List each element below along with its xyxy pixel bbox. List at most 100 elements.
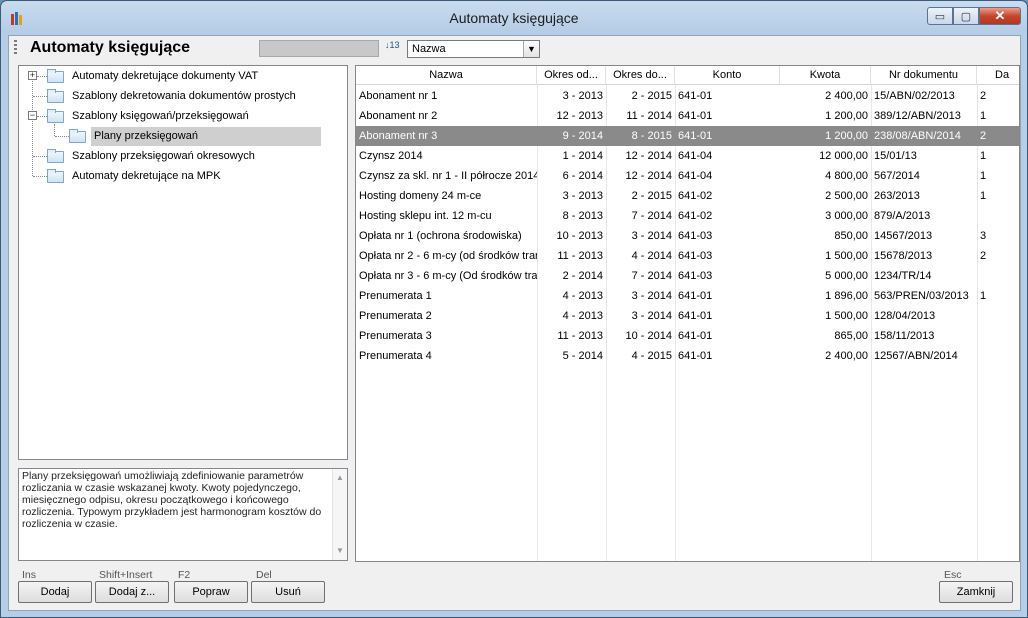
tree-item-plans[interactable]: Plany przeksięgowań (65, 127, 345, 146)
description-box: Plany przeksięgowań umożliwiają zdefinio… (18, 468, 348, 561)
table-row[interactable]: Opłata nr 3 - 6 m-cy (Od środków tran 2 -… (356, 266, 1019, 286)
edit-button[interactable]: Popraw (174, 581, 248, 603)
tree-item-label: Automaty dekretujące dokumenty VAT (72, 70, 259, 82)
cell-do: 2 - 2015 (631, 190, 672, 202)
cell-nazwa: Opłata nr 2 - 6 m-cy (od środków tran (359, 250, 537, 262)
table-row[interactable]: Prenumerata 3 11 - 2013 10 - 2014 641-01 865… (356, 326, 1019, 346)
cell-kwota: 5 000,00 (825, 270, 868, 282)
cell-da (977, 266, 1019, 286)
client-area: Automaty księgujące ↓13 Nazwa ▼ + − Auto… (8, 35, 1021, 611)
delete-button[interactable]: Usuń (251, 581, 325, 603)
close-window-button[interactable]: ✕ (979, 7, 1021, 25)
cell-od: 11 - 2013 (557, 250, 603, 262)
table-row[interactable]: Prenumerata 4 5 - 2014 4 - 2015 641-01 2 400… (356, 346, 1019, 366)
column-header-nr-dokumentu[interactable]: Nr dokumentu (871, 66, 977, 85)
column-header-kwota[interactable]: Kwota (780, 66, 871, 85)
title-bar[interactable]: Automaty księgujące ▭ ▢ ✕ (1, 1, 1027, 35)
cell-konto: 641-01 (678, 310, 713, 322)
cell-kwota: 850,00 (834, 230, 868, 242)
cell-da (977, 206, 1019, 226)
cell-nr: 15/ABN/02/2013 (874, 90, 955, 102)
table-row[interactable]: Opłata nr 2 - 6 m-cy (od środków tran 11 … (356, 246, 1019, 266)
tree-item-simple-docs[interactable]: Szablony dekretowania dokumentów prostyc… (43, 87, 343, 106)
cell-nazwa: Prenumerata 2 (359, 310, 432, 322)
column-header-okres-od[interactable]: Okres od... (537, 66, 606, 85)
tree-item-periodic[interactable]: Szablony przeksięgowań okresowych (43, 147, 343, 166)
collapse-toggle[interactable]: − (28, 111, 37, 120)
tree-item-mpk[interactable]: Automaty dekretujące na MPK (43, 167, 343, 186)
scroll-down-icon[interactable]: ▼ (336, 545, 344, 557)
chevron-down-icon[interactable]: ▼ (523, 41, 539, 57)
cell-do: 4 - 2014 (631, 250, 672, 262)
cell-konto: 641-01 (678, 130, 713, 142)
cell-od: 5 - 2014 (562, 350, 603, 362)
description-text: Plany przeksięgowań umożliwiają zdefinio… (22, 470, 322, 530)
cell-od: 12 - 2013 (556, 110, 603, 122)
table-row[interactable]: Abonament nr 3 9 - 2014 8 - 2015 641-01 1 20… (356, 126, 1019, 146)
close-button[interactable]: Zamknij (939, 581, 1013, 603)
cell-da: 3 (980, 230, 987, 242)
folder-icon (47, 69, 64, 83)
sort-order-icon[interactable]: ↓13 (385, 40, 401, 56)
table-row[interactable]: Abonament nr 1 3 - 2013 2 - 2015 641-01 2 40… (356, 86, 1019, 106)
cell-do: 7 - 2014 (631, 270, 672, 282)
cell-nr: 879/A/2013 (874, 210, 931, 222)
minimize-button[interactable]: ▭ (927, 7, 953, 25)
cell-da: 2 (980, 250, 987, 262)
cell-da: 2 (980, 90, 987, 102)
add-button[interactable]: Dodaj (18, 581, 92, 603)
cell-od: 9 - 2014 (562, 130, 603, 142)
cell-do: 12 - 2014 (625, 170, 672, 182)
cell-konto: 641-02 (678, 210, 713, 222)
cell-kwota: 2 400,00 (825, 350, 868, 362)
table-row[interactable]: Opłata nr 1 (ochrona środowiska) 10 - 201… (356, 226, 1019, 246)
cell-nr: 14567/2013 (874, 230, 933, 242)
cell-od: 4 - 2013 (562, 290, 603, 302)
cell-da: 1 (980, 110, 987, 122)
tree-item-label: Szablony księgowań/przeksięgowań (72, 110, 249, 122)
table-row[interactable]: Hosting sklepu int. 12 m-cu 8 - 2013 7 - 2… (356, 206, 1019, 226)
edit-shortcut-label: F2 (178, 569, 191, 581)
cell-do: 4 - 2015 (631, 350, 672, 362)
cell-da (977, 346, 1019, 366)
scroll-up-icon[interactable]: ▲ (336, 472, 344, 484)
table-row[interactable]: Prenumerata 2 4 - 2013 3 - 2014 641-01 1 500… (356, 306, 1019, 326)
tree-item-templates[interactable]: Szablony księgowań/przeksięgowań (43, 107, 343, 126)
grid-header: Nazwa Okres od... Okres do... Konto Kwot… (356, 66, 1019, 85)
column-header-konto[interactable]: Konto (675, 66, 780, 85)
cell-nr: 1234/TR/14 (874, 270, 932, 282)
cell-konto: 641-01 (678, 330, 713, 342)
table-row[interactable]: Czynsz 2014 1 - 2014 12 - 2014 641-04 12 000… (356, 146, 1019, 166)
sort-field-select[interactable]: Nazwa ▼ (407, 40, 540, 58)
table-row[interactable]: Czynsz za skl. nr 1 - II półrocze 2014 6 … (356, 166, 1019, 186)
cell-kwota: 2 400,00 (825, 90, 868, 102)
cell-od: 4 - 2013 (562, 310, 603, 322)
add-copy-button[interactable]: Dodaj z... (95, 581, 169, 603)
toolbar-grip-icon[interactable] (14, 40, 17, 55)
tree-item-label: Szablony dekretowania dokumentów prostyc… (72, 90, 296, 102)
cell-nazwa: Opłata nr 3 - 6 m-cy (Od środków tran (359, 270, 537, 282)
cell-nr: 158/11/2013 (874, 330, 935, 342)
column-header-nazwa[interactable]: Nazwa (356, 66, 537, 85)
table-row[interactable]: Abonament nr 2 12 - 2013 11 - 2014 641-01 1 … (356, 106, 1019, 126)
expand-toggle[interactable]: + (28, 71, 37, 80)
cell-nazwa: Prenumerata 1 (359, 290, 432, 302)
cell-do: 3 - 2014 (631, 230, 672, 242)
column-header-okres-do[interactable]: Okres do... (606, 66, 675, 85)
description-scrollbar[interactable]: ▲ ▼ (332, 469, 347, 560)
cell-nr: 15/01/13 (874, 150, 917, 162)
cell-nazwa: Prenumerata 3 (359, 330, 432, 342)
column-header-da[interactable]: Da (977, 66, 1019, 85)
maximize-button[interactable]: ▢ (953, 7, 979, 25)
table-row[interactable]: Hosting domeny 24 m-ce 3 - 2013 2 - 2015 64… (356, 186, 1019, 206)
tree-item-label: Automaty dekretujące na MPK (72, 170, 221, 182)
plans-grid: Nazwa Okres od... Okres do... Konto Kwot… (355, 65, 1020, 562)
search-input[interactable] (259, 40, 379, 57)
cell-od: 8 - 2013 (562, 210, 603, 222)
cell-od: 3 - 2013 (562, 190, 603, 202)
table-row[interactable]: Prenumerata 1 4 - 2013 3 - 2014 641-01 1 896… (356, 286, 1019, 306)
cell-do: 8 - 2015 (631, 130, 672, 142)
cell-nazwa: Opłata nr 1 (ochrona środowiska) (359, 230, 522, 242)
tree-item-vat[interactable]: Automaty dekretujące dokumenty VAT (43, 67, 343, 86)
cell-nr: 567/2014 (874, 170, 920, 182)
